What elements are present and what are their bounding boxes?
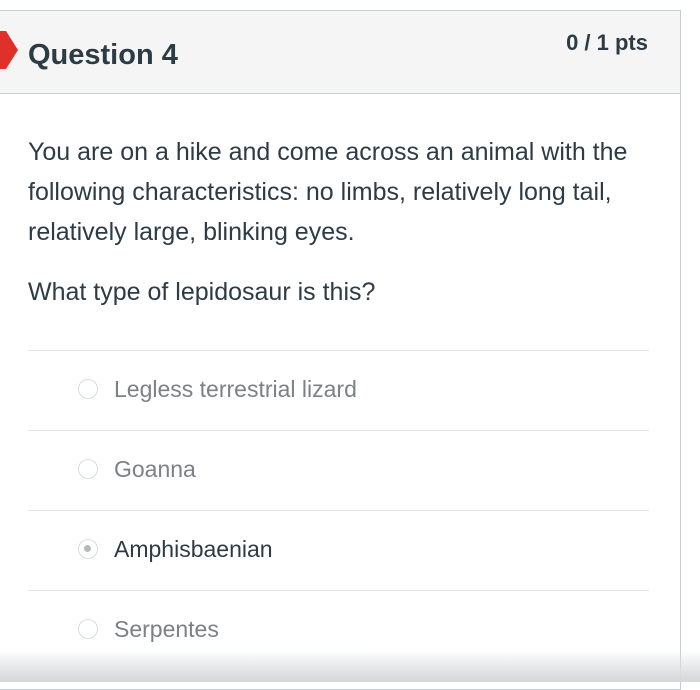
answer-label: Serpentes — [114, 616, 219, 642]
radio-button[interactable] — [78, 459, 98, 479]
answer-option[interactable]: Goanna — [28, 430, 649, 510]
bottom-shadow — [0, 650, 700, 682]
radio-button[interactable] — [78, 379, 98, 399]
question-text: You are on a hike and come across an ani… — [28, 138, 628, 246]
question-prompt: What type of lepidosaur is this? — [28, 278, 376, 306]
answer-list: Legless terrestrial lizard Goanna Amphis… — [28, 350, 649, 670]
question-title: Question 4 — [28, 39, 178, 71]
radio-button[interactable] — [78, 619, 98, 639]
flag-icon[interactable] — [0, 31, 18, 69]
question-header: Question 4 0 / 1 pts — [0, 11, 680, 94]
answer-option-selected[interactable]: Amphisbaenian — [28, 510, 649, 590]
question-points: 0 / 1 pts — [566, 30, 648, 55]
radio-button-selected[interactable] — [78, 539, 98, 559]
answer-label: Goanna — [114, 456, 196, 482]
answer-label: Legless terrestrial lizard — [114, 376, 357, 402]
answer-option[interactable]: Legless terrestrial lizard — [28, 350, 649, 430]
page-margin — [681, 0, 700, 682]
answer-label: Amphisbaenian — [114, 536, 273, 562]
question-body: You are on a hike and come across an ani… — [28, 132, 658, 312]
